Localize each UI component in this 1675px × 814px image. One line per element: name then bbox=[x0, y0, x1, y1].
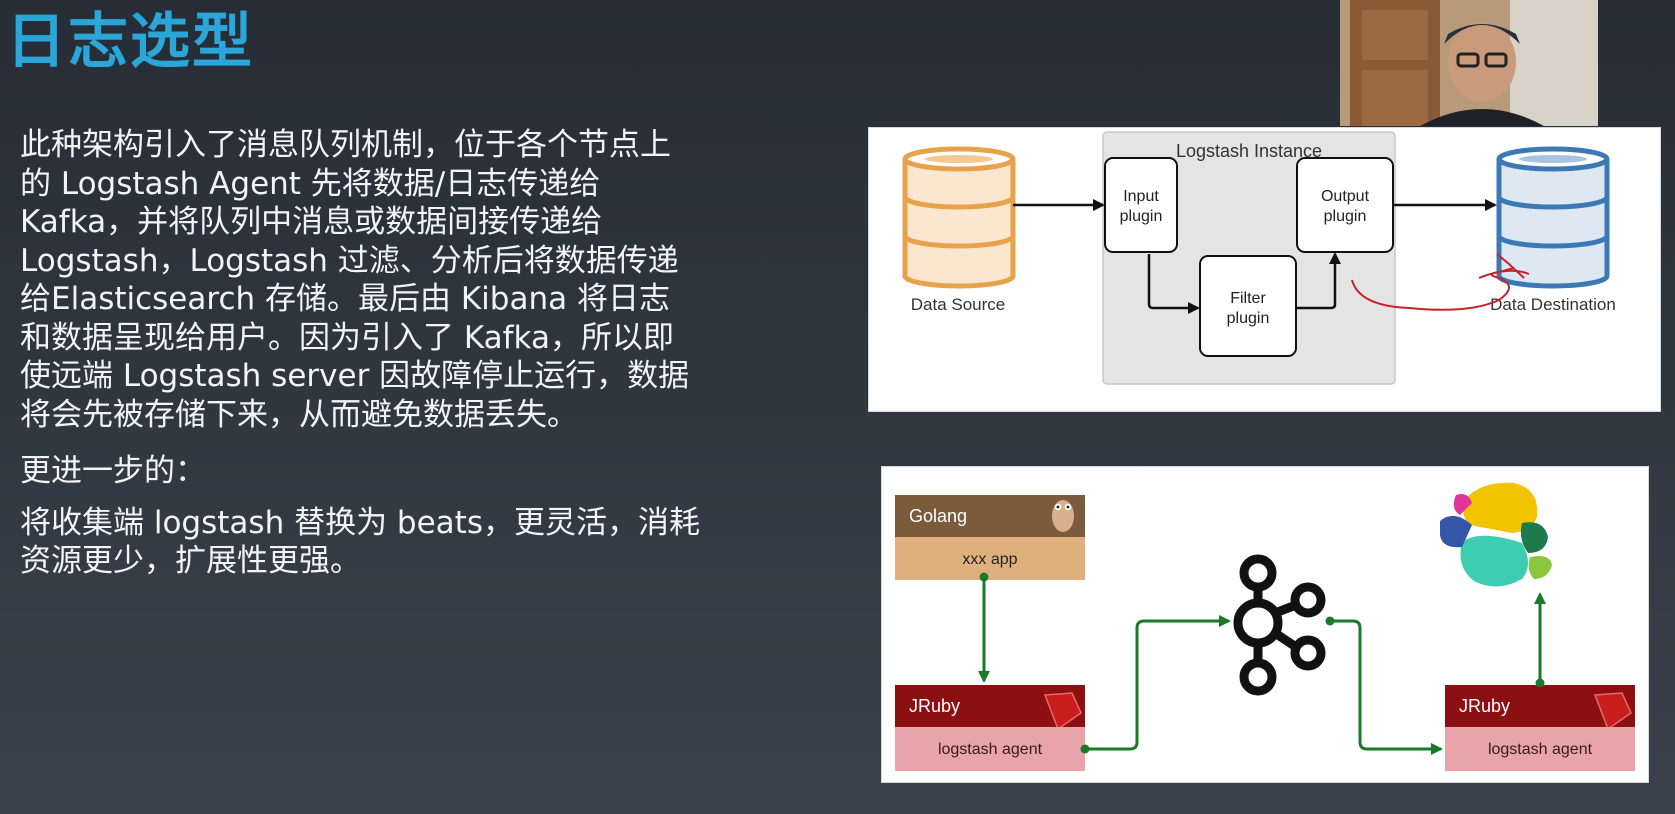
jruby-left-body-label: logstash agent bbox=[938, 741, 1043, 758]
input-plugin-label-2: plugin bbox=[1120, 208, 1163, 225]
pipeline-diagram: Golang xxx app JRuby logstash agent JRub… bbox=[881, 466, 1649, 783]
webcam-image bbox=[1340, 0, 1598, 126]
slide-title: 日志选型 bbox=[6, 7, 254, 77]
body-paragraph-main: 此种架构引入了消息队列机制，位于各个节点上的 Logstash Agent 先将… bbox=[20, 127, 690, 433]
logstash-diagram-svg: Logstash Instance Data Source Data Desti… bbox=[902, 131, 1616, 385]
data-source-label: Data Source bbox=[911, 295, 1006, 314]
kafka-icon bbox=[1233, 554, 1326, 696]
filter-plugin-label-2: plugin bbox=[1227, 310, 1270, 327]
logstash-instance-label: Logstash Instance bbox=[1176, 141, 1322, 161]
body-paragraph-beats: 将收集端 logstash 替换为 beats，更灵活，消耗资源更少，扩展性更强… bbox=[20, 504, 700, 580]
filter-plugin-label-1: Filter bbox=[1230, 290, 1266, 307]
output-plugin-box bbox=[1296, 157, 1394, 253]
input-plugin-box bbox=[1104, 157, 1178, 253]
golang-app-label: xxx app bbox=[962, 551, 1017, 568]
pipeline-diagram-svg: Golang xxx app JRuby logstash agent JRub… bbox=[895, 482, 1635, 771]
output-plugin-label-2: plugin bbox=[1324, 208, 1367, 225]
jruby-left-header-label: JRuby bbox=[909, 696, 960, 716]
input-plugin-label-1: Input bbox=[1123, 188, 1159, 205]
elastic-icon bbox=[1440, 482, 1552, 587]
gopher-icon bbox=[1052, 500, 1074, 532]
body-paragraph-further: 更进一步的： bbox=[20, 453, 206, 489]
output-plugin-label-1: Output bbox=[1321, 188, 1370, 205]
data-source-icon bbox=[902, 146, 1016, 289]
logstash-diagram: Logstash Instance Data Source Data Desti… bbox=[868, 127, 1661, 412]
presenter-webcam bbox=[1340, 0, 1598, 126]
jruby-right-body-label: logstash agent bbox=[1488, 741, 1593, 758]
data-destination-icon bbox=[1496, 146, 1610, 289]
jruby-right-header-label: JRuby bbox=[1459, 696, 1510, 716]
golang-header-label: Golang bbox=[909, 506, 967, 526]
slide-body: 此种架构引入了消息队列机制，位于各个节点上的 Logstash Agent 先将… bbox=[20, 126, 700, 594]
data-destination-label: Data Destination bbox=[1490, 295, 1616, 314]
